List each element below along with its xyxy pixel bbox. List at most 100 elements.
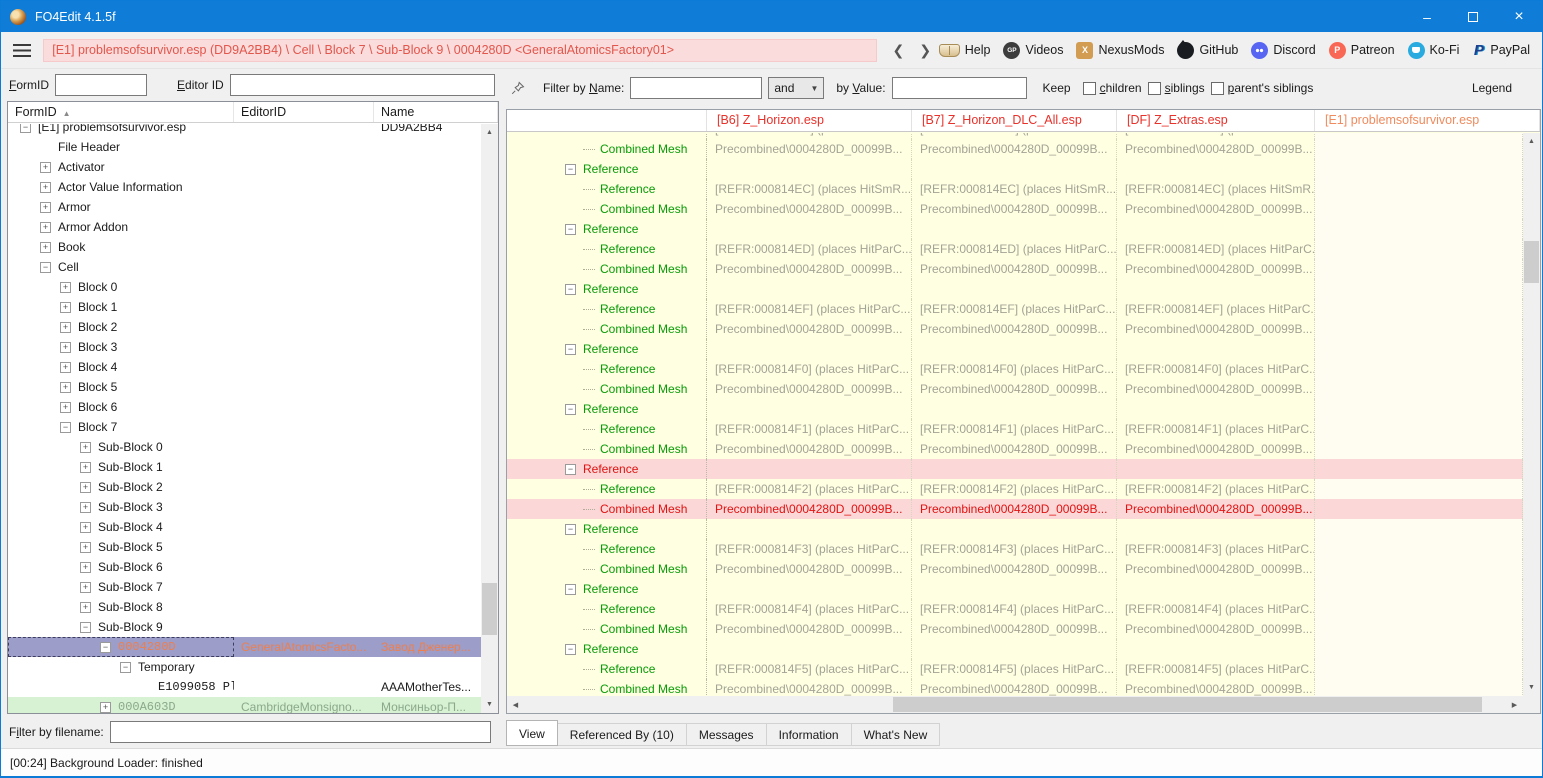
- tree-row[interactable]: − Block 7: [8, 417, 481, 437]
- grid-row[interactable]: − Reference: [507, 459, 1523, 479]
- grid-value-cell[interactable]: [912, 399, 1117, 419]
- grid-value-cell[interactable]: Precombined\0004280D_00099B...: [707, 259, 912, 279]
- editorid-input[interactable]: [229, 74, 495, 96]
- tree-row[interactable]: + Sub-Block 5: [8, 537, 481, 557]
- tree-row[interactable]: + Activator: [8, 157, 481, 177]
- grid-value-cell[interactable]: Precombined\0004280D_00099B...: [1117, 199, 1315, 219]
- expand-icon[interactable]: +: [60, 321, 71, 333]
- grid-value-cell[interactable]: [1315, 599, 1523, 619]
- expand-icon[interactable]: +: [80, 461, 91, 473]
- tree-row[interactable]: − [E1] problemsofsurvivor.esp DD9A2BB4: [8, 124, 481, 137]
- grid-value-cell[interactable]: [REFR:000814F3] (places HitParC...: [707, 539, 912, 559]
- grid-value-cell[interactable]: [REFR:000814F2] (places HitParC...: [912, 479, 1117, 499]
- grid-value-cell[interactable]: [REFR:000814F1] (places HitParC...: [1117, 419, 1315, 439]
- grid-value-cell[interactable]: [REFR:000814EC] (places HitSmR...: [707, 179, 912, 199]
- tab-referenced-by-10-[interactable]: Referenced By (10): [557, 723, 687, 746]
- collapse-icon[interactable]: −: [20, 124, 31, 133]
- filter-value-input[interactable]: [891, 77, 1027, 99]
- column-formid[interactable]: FormID ▲: [8, 102, 234, 122]
- collapse-icon[interactable]: −: [565, 403, 576, 415]
- grid-value-cell[interactable]: [REFR:000814F4] (places HitParC...: [1117, 599, 1315, 619]
- grid-value-cell[interactable]: [1315, 419, 1523, 439]
- grid-value-cell[interactable]: [REFR:000814EF] (places HitParC...: [1117, 299, 1315, 319]
- collapse-icon[interactable]: −: [565, 523, 576, 535]
- scroll-right-icon[interactable]: ▶: [1506, 696, 1523, 713]
- tree-row[interactable]: + Sub-Block 8: [8, 597, 481, 617]
- grid-row[interactable]: − Reference: [507, 279, 1523, 299]
- grid-value-cell[interactable]: [707, 459, 912, 479]
- grid-value-cell[interactable]: [1315, 199, 1523, 219]
- expand-icon[interactable]: +: [80, 501, 91, 513]
- scroll-thumb[interactable]: [893, 697, 1483, 712]
- grid-row[interactable]: Combined Mesh Precombined\0004280D_00099B…: [507, 679, 1523, 696]
- checkbox-icon[interactable]: [1210, 81, 1224, 95]
- grid-value-cell[interactable]: [1315, 319, 1523, 339]
- grid-value-cell[interactable]: [707, 219, 912, 239]
- grid-value-cell[interactable]: [1117, 159, 1315, 179]
- grid-value-cell[interactable]: [1117, 459, 1315, 479]
- grid-value-cell[interactable]: [1315, 239, 1523, 259]
- grid-value-cell[interactable]: [1117, 639, 1315, 659]
- grid-column-header[interactable]: [507, 110, 707, 131]
- grid-value-cell[interactable]: [1315, 559, 1523, 579]
- grid-value-cell[interactable]: [REFR:000814F5] (places HitParC...: [912, 659, 1117, 679]
- grid-value-cell[interactable]: [1315, 679, 1523, 696]
- grid-value-cell[interactable]: [REFR:000814ED] (places HitParC...: [912, 239, 1117, 259]
- tree-row[interactable]: + Sub-Block 3: [8, 497, 481, 517]
- toolbar-link-kofi[interactable]: Ko-Fi: [1407, 41, 1459, 59]
- grid-value-cell[interactable]: Precombined\0004280D_00099B...: [707, 319, 912, 339]
- grid-value-cell[interactable]: [707, 519, 912, 539]
- scroll-left-icon[interactable]: ◀: [507, 696, 524, 713]
- grid-value-cell[interactable]: [REFR:000814EC] (places HitSmR...: [1117, 179, 1315, 199]
- tree-row[interactable]: File Header: [8, 137, 481, 157]
- grid-value-cell[interactable]: Precombined\0004280D_00099B...: [912, 259, 1117, 279]
- grid-column-header[interactable]: [DF] Z_Extras.esp: [1117, 110, 1315, 131]
- pin-icon[interactable]: [511, 81, 525, 95]
- tree-row[interactable]: + Block 1: [8, 297, 481, 317]
- grid-value-cell[interactable]: [912, 519, 1117, 539]
- expand-icon[interactable]: +: [40, 181, 51, 193]
- grid-value-cell[interactable]: [REFR:000814EF] (places HitParC...: [912, 299, 1117, 319]
- grid-value-cell[interactable]: [707, 639, 912, 659]
- grid-value-cell[interactable]: Precombined\0004280D_00099B...: [707, 139, 912, 159]
- grid-value-cell[interactable]: [REFR:000814F1] (places HitParC...: [707, 419, 912, 439]
- minimize-button[interactable]: –: [1404, 1, 1450, 32]
- tree-row[interactable]: + Block 5: [8, 377, 481, 397]
- expand-icon[interactable]: +: [60, 381, 71, 393]
- tree-row[interactable]: − Sub-Block 9: [8, 617, 481, 637]
- grid-value-cell[interactable]: [1315, 659, 1523, 679]
- grid-row[interactable]: Combined Mesh Precombined\0004280D_00099B…: [507, 259, 1523, 279]
- grid-value-cell[interactable]: [1315, 619, 1523, 639]
- tab-what-s-new[interactable]: What's New: [851, 723, 941, 746]
- grid-value-cell[interactable]: [1315, 259, 1523, 279]
- tree-row[interactable]: + Actor Value Information: [8, 177, 481, 197]
- grid-value-cell[interactable]: [1315, 139, 1523, 159]
- toolbar-link-paypal[interactable]: PayPal: [1472, 42, 1530, 59]
- expand-icon[interactable]: +: [80, 441, 91, 453]
- collapse-icon[interactable]: −: [60, 421, 71, 433]
- grid-value-cell[interactable]: Precombined\0004280D_00099B...: [707, 679, 912, 696]
- grid-value-cell[interactable]: [1117, 399, 1315, 419]
- grid-value-cell[interactable]: Precombined\0004280D_00099B...: [912, 319, 1117, 339]
- grid-value-cell[interactable]: [REFR:000814F4] (places HitParC...: [707, 599, 912, 619]
- tree-row[interactable]: + Block 4: [8, 357, 481, 377]
- tree-row[interactable]: − Temporary: [8, 657, 481, 677]
- grid-row[interactable]: − Reference: [507, 519, 1523, 539]
- grid-value-cell[interactable]: [REFR:000814F5] (places HitParC...: [707, 659, 912, 679]
- toolbar-link-github[interactable]: GitHub: [1177, 39, 1238, 59]
- grid-row[interactable]: − Reference: [507, 399, 1523, 419]
- expand-icon[interactable]: +: [80, 521, 91, 533]
- grid-value-cell[interactable]: [1315, 459, 1523, 479]
- grid-value-cell[interactable]: [REFR:000814EC] (places HitSmR...: [912, 179, 1117, 199]
- grid-row[interactable]: Combined Mesh Precombined\0004280D_00099B…: [507, 559, 1523, 579]
- grid-row[interactable]: Reference [REFR:000814F2] (places HitParC…: [507, 479, 1523, 499]
- scroll-down-icon[interactable]: ▼: [1523, 679, 1540, 696]
- grid-value-cell[interactable]: Precombined\0004280D_00099B...: [1117, 499, 1315, 519]
- expand-icon[interactable]: +: [60, 341, 71, 353]
- close-button[interactable]: ×: [1496, 1, 1542, 32]
- collapse-icon[interactable]: −: [120, 661, 131, 673]
- toolbar-link-videos[interactable]: Videos: [1003, 41, 1063, 59]
- filter-operator-select[interactable]: and ▼: [768, 77, 825, 99]
- tree-row[interactable]: −0004280D GeneralAtomicsFacto... Завод Дже…: [8, 637, 481, 657]
- grid-row[interactable]: − Reference: [507, 339, 1523, 359]
